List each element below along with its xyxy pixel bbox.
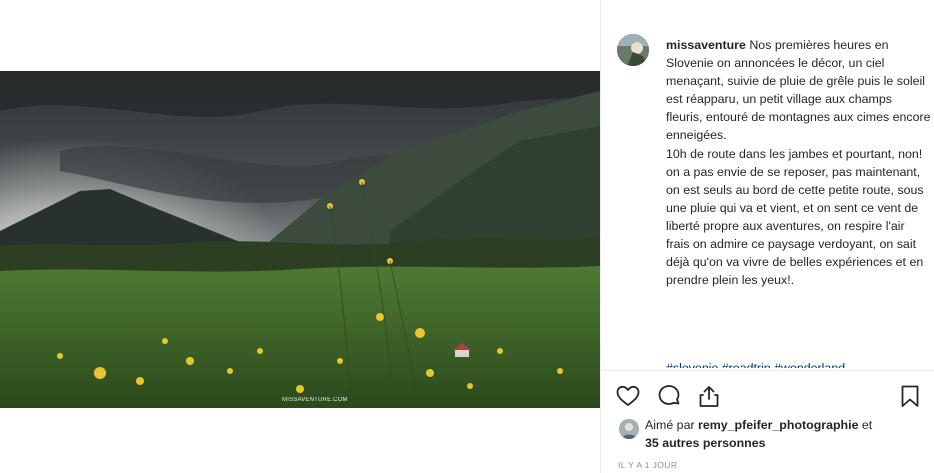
- landscape-photo-image: [0, 71, 600, 408]
- likes-summary: Aimé par remy_pfeifer_photographie et 35 …: [601, 416, 934, 456]
- post-hashtags[interactable]: #slovenie #roadtrip #wonderland: [666, 359, 931, 368]
- caption-text: Nos premières heures en Slovenie on anno…: [666, 38, 931, 288]
- post-timestamp[interactable]: IL Y A 1 JOUR: [618, 460, 677, 470]
- caption-area: missaventure Nos premières heures en Slo…: [601, 0, 934, 368]
- post-caption: missaventure Nos premières heures en Slo…: [666, 36, 931, 289]
- bookmark-icon[interactable]: [897, 383, 923, 409]
- post-actions-bar: [601, 380, 934, 416]
- heart-icon[interactable]: [615, 383, 641, 409]
- likes-others-link[interactable]: 35 autres personnes: [645, 436, 766, 450]
- post-details-pane: missaventure Nos premières heures en Slo…: [601, 0, 934, 473]
- author-avatar-image: [617, 34, 649, 66]
- liker-avatar-image: [619, 419, 639, 439]
- post-photo[interactable]: MISSAVENTURE.COM: [0, 71, 600, 408]
- author-username[interactable]: missaventure: [666, 38, 746, 52]
- actions-divider: [601, 370, 934, 371]
- liker-avatar[interactable]: [619, 419, 639, 439]
- likes-text: Aimé par remy_pfeifer_photographie et 35 …: [645, 416, 915, 452]
- likes-connector: et: [858, 418, 873, 432]
- comment-bubble-icon[interactable]: [656, 383, 682, 409]
- photo-watermark: MISSAVENTURE.COM: [282, 397, 348, 403]
- share-icon[interactable]: [696, 383, 722, 409]
- likes-prefix: Aimé par: [645, 418, 699, 432]
- author-avatar[interactable]: [617, 34, 649, 66]
- media-pane: MISSAVENTURE.COM: [0, 0, 600, 473]
- liker-username[interactable]: remy_pfeifer_photographie: [698, 418, 858, 432]
